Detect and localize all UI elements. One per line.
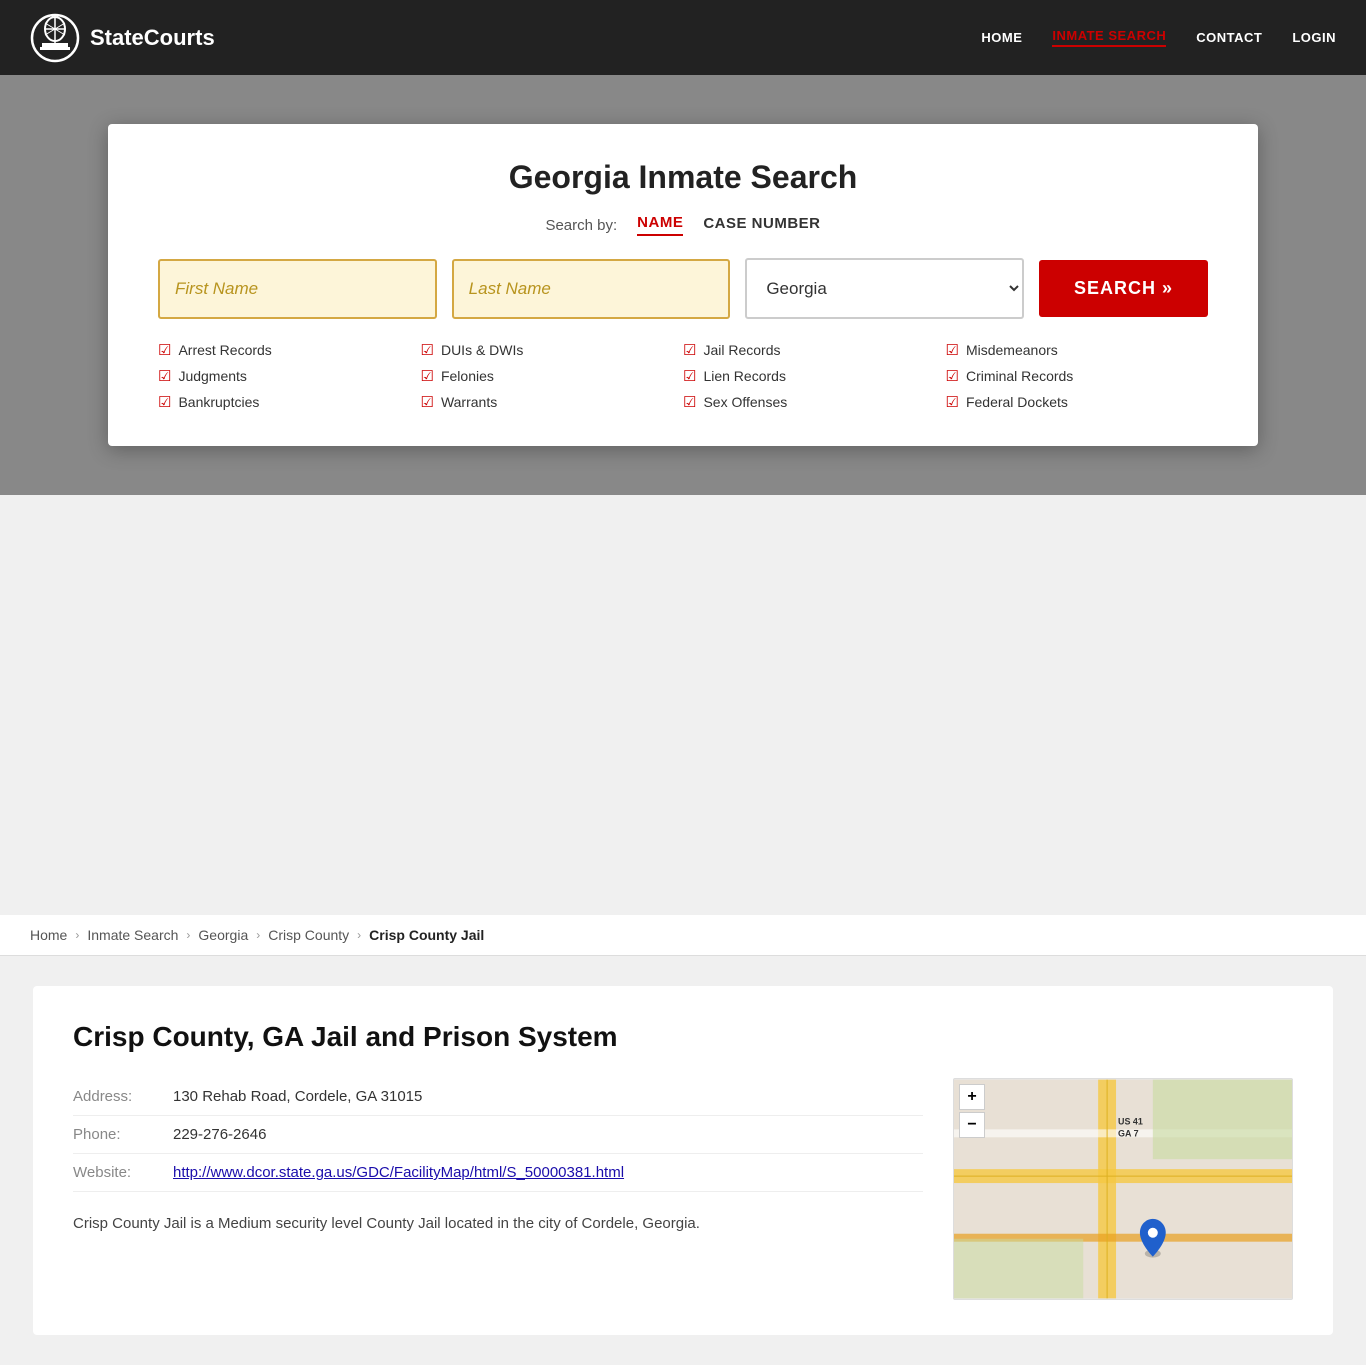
check-icon-9: ☑ bbox=[683, 393, 696, 411]
phone-value: 229-276-2646 bbox=[173, 1116, 923, 1154]
map-section: + − bbox=[953, 1078, 1293, 1300]
address-label: Address: bbox=[73, 1078, 173, 1116]
check-judgments: ☑ Judgments bbox=[158, 367, 421, 385]
search-card-title: Georgia Inmate Search bbox=[158, 159, 1208, 196]
breadcrumb-home[interactable]: Home bbox=[30, 927, 67, 943]
breadcrumb: Home › Inmate Search › Georgia › Crisp C… bbox=[0, 915, 1366, 956]
website-value: http://www.dcor.state.ga.us/GDC/Facility… bbox=[173, 1154, 923, 1192]
check-icon-6: ☑ bbox=[421, 393, 434, 411]
info-table: Address: 130 Rehab Road, Cordele, GA 310… bbox=[73, 1078, 923, 1192]
check-felonies: ☑ Felonies bbox=[421, 367, 684, 385]
breadcrumb-sep-1: › bbox=[75, 928, 79, 942]
svg-text:US 41: US 41 bbox=[1118, 1116, 1143, 1126]
state-select[interactable]: Georgia Alabama Florida Tennessee bbox=[745, 258, 1024, 319]
content-area: Crisp County, GA Jail and Prison System … bbox=[0, 956, 1366, 1365]
search-by-label: Search by: bbox=[545, 217, 617, 234]
breadcrumb-sep-2: › bbox=[186, 928, 190, 942]
check-label-criminal: Criminal Records bbox=[966, 368, 1073, 384]
check-label-duis: DUIs & DWIs bbox=[441, 342, 523, 358]
check-icon-2: ☑ bbox=[158, 367, 171, 385]
check-criminal-records: ☑ Criminal Records bbox=[946, 367, 1209, 385]
checklist-col-1: ☑ Arrest Records ☑ Judgments ☑ Bankruptc… bbox=[158, 341, 421, 411]
check-icon-4: ☑ bbox=[421, 341, 434, 359]
nav-contact[interactable]: CONTACT bbox=[1196, 30, 1262, 45]
map-placeholder: US 41 GA 7 bbox=[954, 1079, 1292, 1299]
check-label-federal: Federal Dockets bbox=[966, 394, 1068, 410]
check-icon-12: ☑ bbox=[946, 393, 959, 411]
logo-text: StateCourts bbox=[90, 25, 215, 51]
check-label-jail: Jail Records bbox=[703, 342, 780, 358]
breadcrumb-inmate-search[interactable]: Inmate Search bbox=[87, 927, 178, 943]
lower-section: Address: 130 Rehab Road, Cordele, GA 310… bbox=[73, 1078, 1293, 1300]
breadcrumb-sep-4: › bbox=[357, 928, 361, 942]
search-inputs-row: Georgia Alabama Florida Tennessee SEARCH… bbox=[158, 258, 1208, 319]
nav-login[interactable]: LOGIN bbox=[1292, 30, 1336, 45]
address-value: 130 Rehab Road, Cordele, GA 31015 bbox=[173, 1078, 923, 1116]
info-section: Address: 130 Rehab Road, Cordele, GA 310… bbox=[73, 1078, 923, 1300]
phone-label: Phone: bbox=[73, 1116, 173, 1154]
checklist-grid: ☑ Arrest Records ☑ Judgments ☑ Bankruptc… bbox=[158, 341, 1208, 411]
nav-inmate-search[interactable]: INMATE SEARCH bbox=[1052, 28, 1166, 47]
check-bankruptcies: ☑ Bankruptcies bbox=[158, 393, 421, 411]
checklist-col-2: ☑ DUIs & DWIs ☑ Felonies ☑ Warrants bbox=[421, 341, 684, 411]
map-zoom-in[interactable]: + bbox=[959, 1084, 985, 1110]
phone-row: Phone: 229-276-2646 bbox=[73, 1116, 923, 1154]
check-sex-offenses: ☑ Sex Offenses bbox=[683, 393, 946, 411]
jail-title: Crisp County, GA Jail and Prison System bbox=[73, 1021, 1293, 1053]
checklist-col-4: ☑ Misdemeanors ☑ Criminal Records ☑ Fede… bbox=[946, 341, 1209, 411]
check-label-bankruptcies: Bankruptcies bbox=[178, 394, 259, 410]
check-jail-records: ☑ Jail Records bbox=[683, 341, 946, 359]
check-icon-10: ☑ bbox=[946, 341, 959, 359]
breadcrumb-georgia[interactable]: Georgia bbox=[198, 927, 248, 943]
first-name-input[interactable] bbox=[158, 259, 437, 319]
check-warrants: ☑ Warrants bbox=[421, 393, 684, 411]
tab-name[interactable]: NAME bbox=[637, 214, 683, 236]
website-row: Website: http://www.dcor.state.ga.us/GDC… bbox=[73, 1154, 923, 1192]
check-icon-5: ☑ bbox=[421, 367, 434, 385]
check-label-sex: Sex Offenses bbox=[703, 394, 787, 410]
logo-area: StateCourts bbox=[30, 13, 215, 63]
nav-bar: HOME INMATE SEARCH CONTACT LOGIN bbox=[981, 28, 1336, 47]
check-icon-7: ☑ bbox=[683, 341, 696, 359]
address-row: Address: 130 Rehab Road, Cordele, GA 310… bbox=[73, 1078, 923, 1116]
check-arrest-records: ☑ Arrest Records bbox=[158, 341, 421, 359]
search-button[interactable]: SEARCH » bbox=[1039, 260, 1208, 317]
check-label-arrest: Arrest Records bbox=[178, 342, 271, 358]
check-icon-1: ☑ bbox=[158, 341, 171, 359]
last-name-input[interactable] bbox=[452, 259, 731, 319]
check-duis: ☑ DUIs & DWIs bbox=[421, 341, 684, 359]
breadcrumb-current: Crisp County Jail bbox=[369, 927, 484, 943]
breadcrumb-crisp-county[interactable]: Crisp County bbox=[268, 927, 349, 943]
check-label-warrants: Warrants bbox=[441, 394, 497, 410]
svg-text:GA 7: GA 7 bbox=[1118, 1128, 1139, 1138]
check-label-felonies: Felonies bbox=[441, 368, 494, 384]
checklist-col-3: ☑ Jail Records ☑ Lien Records ☑ Sex Offe… bbox=[683, 341, 946, 411]
check-icon-3: ☑ bbox=[158, 393, 171, 411]
check-label-lien: Lien Records bbox=[703, 368, 786, 384]
check-icon-8: ☑ bbox=[683, 367, 696, 385]
hero-section: COURTHOUSE Georgia Inmate Search Search … bbox=[0, 75, 1366, 495]
check-federal-dockets: ☑ Federal Dockets bbox=[946, 393, 1209, 411]
search-card: Georgia Inmate Search Search by: NAME CA… bbox=[108, 124, 1258, 446]
website-label: Website: bbox=[73, 1154, 173, 1192]
website-link[interactable]: http://www.dcor.state.ga.us/GDC/Facility… bbox=[173, 1164, 624, 1181]
check-misdemeanors: ☑ Misdemeanors bbox=[946, 341, 1209, 359]
check-label-misdemeanors: Misdemeanors bbox=[966, 342, 1058, 358]
content-card: Crisp County, GA Jail and Prison System … bbox=[33, 986, 1333, 1335]
nav-home[interactable]: HOME bbox=[981, 30, 1022, 45]
facility-description: Crisp County Jail is a Medium security l… bbox=[73, 1212, 923, 1236]
check-lien-records: ☑ Lien Records bbox=[683, 367, 946, 385]
map-zoom-out[interactable]: − bbox=[959, 1112, 985, 1138]
search-by-row: Search by: NAME CASE NUMBER bbox=[158, 214, 1208, 236]
check-icon-11: ☑ bbox=[946, 367, 959, 385]
logo-icon bbox=[30, 13, 80, 63]
map-svg: US 41 GA 7 bbox=[954, 1079, 1292, 1299]
check-label-judgments: Judgments bbox=[178, 368, 246, 384]
breadcrumb-sep-3: › bbox=[256, 928, 260, 942]
tab-case-number[interactable]: CASE NUMBER bbox=[703, 215, 820, 235]
header: StateCourts HOME INMATE SEARCH CONTACT L… bbox=[0, 0, 1366, 75]
